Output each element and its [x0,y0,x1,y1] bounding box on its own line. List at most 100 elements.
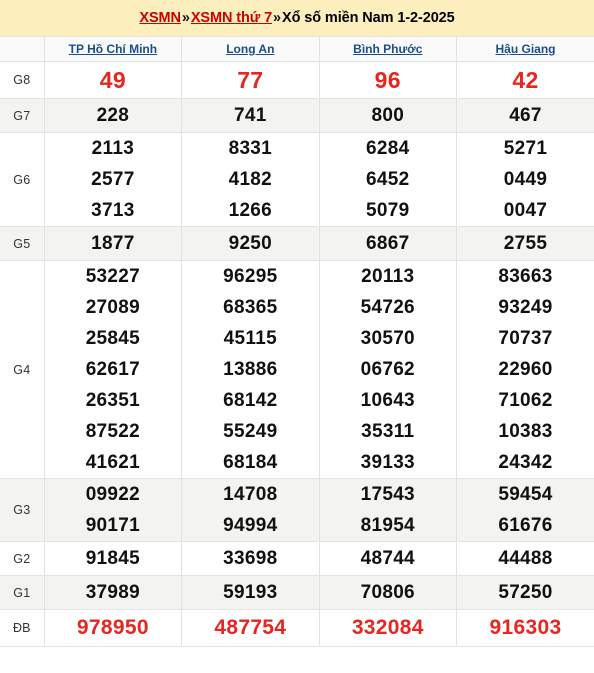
result-number: 96 [374,67,401,93]
table-row: G4 53227 27089 25845 62617 26351 87522 41621 962… [0,260,594,479]
result-number: 70737 [498,328,553,349]
result-cell: 741 [181,98,320,133]
prize-label-g1: G1 [0,575,45,610]
prize-label-g5: G5 [0,226,45,261]
result-cell: 37989 [43,575,183,610]
province-link-3[interactable]: Hậu Giang [495,42,555,56]
result-cell: 59454 61676 [456,478,594,542]
result-number: 90171 [85,515,141,536]
result-number: 8331 [228,138,273,159]
result-number: 2755 [503,233,548,254]
result-number: 17543 [360,484,415,505]
province-link-1[interactable]: Long An [226,42,274,56]
result-number: 06762 [360,359,415,380]
result-number: 68184 [223,452,278,473]
province-link-2[interactable]: Bình Phước [353,42,422,56]
result-cell: 44488 [456,541,594,576]
result-number: 61676 [498,515,553,536]
prize-label-g4: G4 [0,260,45,479]
result-cell: 8331 4182 1266 [181,132,320,227]
province-link-0[interactable]: TP Hồ Chí Minh [69,42,157,56]
result-number: 53227 [85,266,141,287]
result-number: 68142 [223,390,278,411]
prize-label-db: ĐB [0,609,45,647]
result-number: 2113 [91,138,135,159]
result-cell: 14708 94994 [181,478,320,542]
result-number: 68365 [223,297,278,318]
result-number: 09922 [85,484,141,505]
result-number: 10643 [360,390,415,411]
result-cell: 96295 68365 45115 13886 68142 55249 68184 [181,260,320,479]
prize-label-g2: G2 [0,541,45,576]
province-header-cell: Bình Phước [318,36,458,62]
result-number: 13886 [223,359,278,380]
result-number: 978950 [76,616,149,639]
result-cell: 83663 93249 70737 22960 71062 10383 24342 [456,260,594,479]
breadcrumb: XSMN»XSMN thứ 7»Xổ số miền Nam 1-2-2025 [139,10,454,26]
result-cell: 33698 [181,541,320,576]
result-cell: 53227 27089 25845 62617 26351 87522 41621 [43,260,183,479]
result-number: 70806 [360,582,415,603]
result-cell: 228 [43,98,183,133]
result-number: 59454 [498,484,553,505]
result-number: 81954 [360,515,415,536]
result-cell: 20113 54726 30570 06762 10643 35311 39133 [318,260,458,479]
province-header-cell: TP Hồ Chí Minh [43,36,183,62]
result-cell: 70806 [318,575,458,610]
result-number: 6452 [366,169,410,190]
result-cell: 800 [318,98,458,133]
result-number: 0449 [503,169,548,190]
result-number: 467 [509,105,542,126]
table-row: ĐB 978950 487754 332084 916303 [0,609,594,647]
result-number: 4182 [228,169,273,190]
result-cell: 9250 [181,226,320,261]
result-number: 39133 [360,452,415,473]
lottery-results-table: TP Hồ Chí Minh Long An Bình Phước Hậu Gi… [0,36,594,647]
result-number: 54726 [360,297,415,318]
result-number: 9250 [228,233,273,254]
result-number: 57250 [498,582,553,603]
result-cell: 332084 [318,609,458,647]
result-number: 6867 [366,233,410,254]
result-cell: 916303 [456,609,594,647]
result-number: 27089 [85,297,141,318]
table-row: G2 91845 33698 48744 44488 [0,541,594,576]
result-number: 0047 [503,200,548,221]
result-number: 3713 [91,200,135,221]
result-number: 45115 [223,328,277,349]
result-number: 487754 [214,616,287,639]
result-number: 2577 [91,169,135,190]
breadcrumb-separator-2: » [273,10,282,26]
table-body: G8 49 77 96 42 G7 228 741 800 467 G6 2113 2577 3713 83… [0,61,594,647]
result-number: 1877 [91,233,135,254]
table-row: G6 2113 2577 3713 8331 4182 1266 6284 6452 5079 52… [0,132,594,227]
result-cell: 6867 [318,226,458,261]
result-cell: 77 [181,61,320,99]
prize-label-g7: G7 [0,98,45,133]
result-number: 1266 [228,200,273,221]
result-number: 332084 [351,616,424,639]
result-number: 59193 [223,582,278,603]
page-title: Xổ số miền Nam 1-2-2025 [282,10,455,26]
breadcrumb-separator-1: » [181,10,190,26]
result-number: 800 [371,105,405,126]
result-cell: 17543 81954 [318,478,458,542]
result-cell: 487754 [181,609,320,647]
prize-label-g6: G6 [0,132,45,227]
table-row: G5 1877 9250 6867 2755 [0,226,594,261]
result-cell: 09922 90171 [43,478,183,542]
result-cell: 48744 [318,541,458,576]
breadcrumb-link-xsmn[interactable]: XSMN [139,10,181,26]
result-number: 41621 [85,452,141,473]
result-number: 33698 [223,548,278,569]
result-number: 26351 [85,390,141,411]
province-header-cell: Long An [181,36,320,62]
table-row: G1 37989 59193 70806 57250 [0,575,594,610]
table-row: G7 228 741 800 467 [0,98,594,133]
result-number: 30570 [360,328,415,349]
result-cell: 1877 [43,226,183,261]
result-cell: 42 [456,61,594,99]
breadcrumb-link-xsmn-thu-7[interactable]: XSMN thứ 7 [191,10,272,26]
result-number: 37989 [85,582,141,603]
result-number: 87522 [85,421,141,442]
